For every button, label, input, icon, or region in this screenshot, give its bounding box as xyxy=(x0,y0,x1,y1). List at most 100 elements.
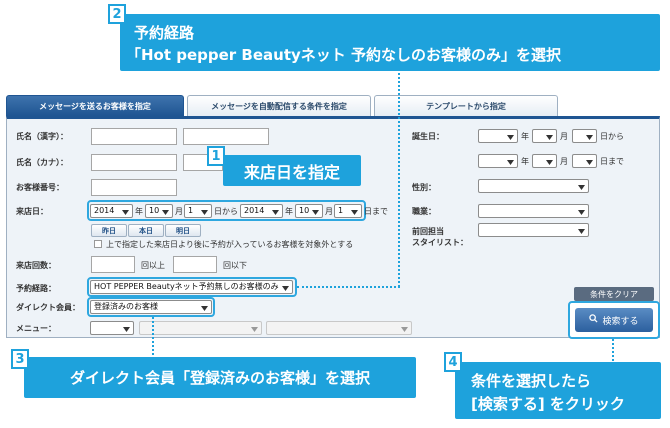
birthday-to-year-select[interactable] xyxy=(478,154,518,168)
birthday-from-month-select[interactable] xyxy=(532,129,557,143)
month-unit: 月 xyxy=(325,207,333,216)
today-button[interactable]: 本日 xyxy=(128,224,164,237)
visit-to-month-select[interactable]: 10 xyxy=(295,204,323,218)
chevron-down-icon xyxy=(506,158,515,166)
exclude-future-reservations-label: 上で指定した来店日より後に予約が入っているお客様を対象外とする xyxy=(106,240,354,249)
last-name-kana-input[interactable] xyxy=(91,154,177,171)
visit-count-over-label: 回以上 xyxy=(141,261,165,270)
search-button-label: 検索する xyxy=(602,316,639,327)
name-kanji-label: 氏名（漢字）： xyxy=(16,132,68,141)
chevron-down-icon xyxy=(577,227,586,235)
visit-from-year-select[interactable]: 2014 xyxy=(90,204,133,218)
stylist-label-line2: スタイリスト： xyxy=(412,238,468,247)
chevron-down-icon xyxy=(585,158,594,166)
job-select[interactable] xyxy=(478,204,589,218)
reservation-route-select[interactable]: HOT PEPPER Beautyネット予約無しのお客様のみ xyxy=(90,280,293,294)
menu-category-select[interactable] xyxy=(90,321,134,335)
gender-select[interactable] xyxy=(478,179,589,193)
tab-send-customers[interactable]: メッセージを送るお客様を指定 xyxy=(6,95,184,116)
year-unit: 年 xyxy=(521,157,529,166)
birthday-label: 誕生日： xyxy=(412,132,444,141)
search-button[interactable]: 検索する xyxy=(575,308,653,332)
from-unit: 日から xyxy=(600,132,624,141)
month-unit: 月 xyxy=(560,132,568,141)
chevron-down-icon xyxy=(577,183,586,191)
callout-3-connector xyxy=(152,317,154,355)
menu-subcategory-select[interactable] xyxy=(139,321,262,335)
callout-2-connector-h xyxy=(297,286,400,288)
job-label: 職業： xyxy=(412,207,436,216)
from-unit: 日から xyxy=(214,207,238,216)
stylist-select[interactable] xyxy=(478,223,589,237)
callout-2-line2: 「Hot pepper Beautyネット 予約なしのお客様のみ」を選択 xyxy=(126,46,562,64)
chevron-down-icon xyxy=(122,325,131,333)
chevron-down-icon xyxy=(161,208,170,216)
month-unit: 月 xyxy=(175,207,183,216)
chevron-down-icon xyxy=(311,208,320,216)
chevron-down-icon xyxy=(281,284,290,292)
customer-number-input[interactable] xyxy=(91,179,177,196)
month-unit: 月 xyxy=(560,157,568,166)
visit-from-month-select[interactable]: 10 xyxy=(145,204,173,218)
first-name-kanji-input[interactable] xyxy=(183,128,269,145)
callout-2-connector xyxy=(398,73,400,287)
exclude-future-reservations-checkbox[interactable] xyxy=(94,240,102,248)
visit-to-day-select[interactable]: 1 xyxy=(334,204,362,218)
step-number-2: 2 xyxy=(108,4,126,24)
year-unit: 年 xyxy=(135,207,143,216)
chevron-down-icon xyxy=(121,208,130,216)
yesterday-button[interactable]: 昨日 xyxy=(91,224,127,237)
step-number-1: 1 xyxy=(207,146,225,166)
callout-4-line2: [検索する] をクリック xyxy=(471,395,625,413)
step-number-3: 3 xyxy=(11,349,29,369)
step-number-4: 4 xyxy=(444,352,462,372)
callout-2-line1: 予約経路 xyxy=(134,24,195,42)
direct-member-select[interactable]: 登録済みのお客様 xyxy=(90,300,212,314)
chevron-down-icon xyxy=(577,208,586,216)
birthday-to-day-select[interactable] xyxy=(572,154,597,168)
to-unit: 日まで xyxy=(600,157,624,166)
birthday-to-month-select[interactable] xyxy=(532,154,557,168)
callout-4-line1: 条件を選択したら xyxy=(471,372,592,390)
visit-count-max-input[interactable] xyxy=(173,256,217,273)
to-unit: 日まで xyxy=(364,207,388,216)
visit-date-label: 来店日： xyxy=(16,207,48,216)
chevron-down-icon xyxy=(350,208,359,216)
visit-count-min-input[interactable] xyxy=(91,256,135,273)
chevron-down-icon xyxy=(545,158,554,166)
visit-from-day-select[interactable]: 1 xyxy=(184,204,212,218)
search-button-highlight: 検索する xyxy=(568,301,660,339)
chevron-down-icon xyxy=(400,325,409,333)
reservation-route-label: 予約経路： xyxy=(16,284,56,293)
callout-4-connector xyxy=(612,339,614,361)
search-icon xyxy=(589,314,599,326)
chevron-down-icon xyxy=(271,208,280,216)
callout-4: 条件を選択したら [検索する] をクリック xyxy=(455,362,661,419)
visit-count-under-label: 回以下 xyxy=(223,261,247,270)
tab-auto-delivery[interactable]: メッセージを自動配信する条件を指定 xyxy=(187,95,371,116)
chevron-down-icon xyxy=(200,304,209,312)
name-kana-label: 氏名（カナ）： xyxy=(16,158,68,167)
clear-conditions-button[interactable]: 条件をクリア xyxy=(574,287,654,301)
year-unit: 年 xyxy=(285,207,293,216)
chevron-down-icon xyxy=(200,208,209,216)
visit-to-year-select[interactable]: 2014 xyxy=(240,204,283,218)
gender-label: 性別： xyxy=(412,183,436,192)
last-name-kanji-input[interactable] xyxy=(91,128,177,145)
chevron-down-icon xyxy=(250,325,259,333)
chevron-down-icon xyxy=(585,133,594,141)
birthday-from-day-select[interactable] xyxy=(572,129,597,143)
year-unit: 年 xyxy=(521,132,529,141)
tab-template[interactable]: テンプレートから指定 xyxy=(374,95,558,116)
chevron-down-icon xyxy=(506,133,515,141)
tomorrow-button[interactable]: 明日 xyxy=(165,224,201,237)
stylist-label-line1: 前回担当 xyxy=(412,227,444,236)
chevron-down-icon xyxy=(545,133,554,141)
customer-number-label: お客様番号： xyxy=(16,183,64,192)
visit-count-label: 来店回数： xyxy=(16,261,56,270)
menu-item-select[interactable] xyxy=(266,321,412,335)
callout-2: 予約経路 「Hot pepper Beautyネット 予約なしのお客様のみ」を選… xyxy=(120,14,660,71)
birthday-from-year-select[interactable] xyxy=(478,129,518,143)
callout-3: ダイレクト会員「登録済みのお客様」を選択 xyxy=(24,357,416,398)
menu-label: メニュー： xyxy=(16,324,56,333)
